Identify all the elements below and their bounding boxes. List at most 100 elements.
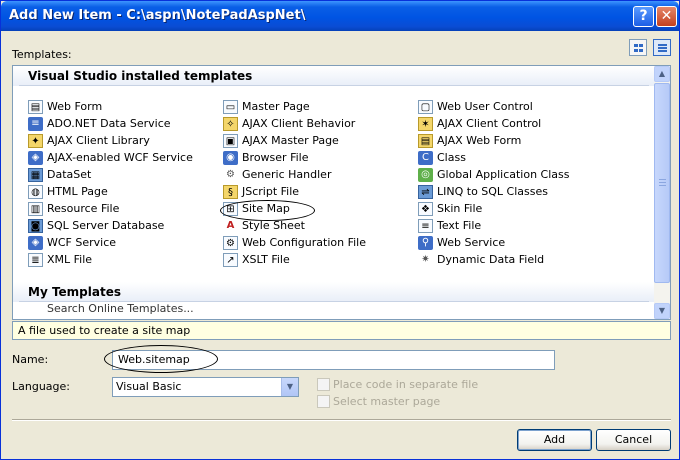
- language-select[interactable]: Visual Basic ▼: [112, 377, 299, 397]
- template-item-xml-file[interactable]: ≣ XML File: [28, 252, 92, 268]
- search-online-templates-label: Search Online Templates...: [47, 302, 194, 315]
- template-item-web-configuration-file[interactable]: ⚙ Web Configuration File: [223, 235, 366, 251]
- group-my-templates[interactable]: My Templates: [13, 282, 654, 302]
- web-config-icon: ⚙: [223, 236, 238, 250]
- template-item-label: Skin File: [437, 202, 483, 215]
- template-item-ajax-web-form[interactable]: ▤ AJAX Web Form: [418, 133, 521, 149]
- dynamic-data-icon: ✷: [421, 254, 430, 265]
- style-sheet-icon: A: [226, 220, 235, 231]
- template-item-linq-to-sql-classes[interactable]: ⇌ LINQ to SQL Classes: [418, 184, 548, 200]
- name-highlight-ring: [104, 345, 218, 373]
- template-item-browser-file[interactable]: ◉ Browser File: [223, 150, 308, 166]
- template-item-label: XSLT File: [242, 253, 290, 266]
- close-button[interactable]: ✕: [656, 6, 677, 27]
- template-item-label: Class: [437, 151, 466, 164]
- chevron-down-icon[interactable]: ▼: [281, 378, 298, 396]
- template-description: A file used to create a site map: [12, 321, 671, 340]
- template-item-label: JScript File: [242, 185, 300, 198]
- template-item-ado-net-data-service[interactable]: ≡ ADO.NET Data Service: [28, 116, 171, 132]
- template-item-label: Global Application Class: [437, 168, 570, 181]
- search-online-templates-item[interactable]: Search Online Templates...: [28, 302, 194, 318]
- resource-file-icon: ▥: [28, 202, 43, 216]
- language-value: Visual Basic: [116, 380, 182, 393]
- ajax-control-icon: ✶: [418, 117, 433, 131]
- group-installed-templates[interactable]: Visual Studio installed templates: [13, 66, 654, 86]
- dataset-icon: ▦: [28, 168, 43, 182]
- browser-file-icon: ◉: [223, 151, 238, 165]
- xslt-file-icon: ↗: [223, 253, 238, 267]
- cancel-button[interactable]: Cancel: [596, 429, 671, 451]
- template-item-dynamic-data-field[interactable]: ✷ Dynamic Data Field: [418, 252, 544, 268]
- template-item-jscript-file[interactable]: § JScript File: [223, 184, 299, 200]
- templates-scrollbar[interactable]: ▲ ▼: [654, 66, 670, 319]
- template-item-label: Generic Handler: [242, 168, 332, 181]
- large-icons-icon: [634, 44, 643, 52]
- web-service-icon: ⚲: [418, 236, 433, 250]
- template-item-ajax-client-library[interactable]: ✦ AJAX Client Library: [28, 133, 150, 149]
- scroll-up-arrow-icon[interactable]: ▲: [654, 66, 670, 82]
- checkbox-box[interactable]: [317, 378, 330, 391]
- scroll-thumb[interactable]: [654, 83, 670, 283]
- place-code-checkbox[interactable]: Place code in separate file: [317, 378, 478, 392]
- class-icon: C: [418, 151, 433, 165]
- template-item-label: Web Configuration File: [242, 236, 366, 249]
- linq-icon: ⇌: [418, 185, 433, 199]
- template-item-label: DataSet: [47, 168, 92, 181]
- global-class-icon: ◎: [418, 168, 433, 182]
- template-item-label: WCF Service: [47, 236, 117, 249]
- jscript-file-icon: §: [223, 185, 238, 199]
- template-item-resource-file[interactable]: ▥ Resource File: [28, 201, 119, 217]
- xml-file-icon: ≣: [28, 253, 43, 267]
- template-item-web-form[interactable]: ▤ Web Form: [28, 99, 102, 115]
- help-button[interactable]: ?: [633, 6, 654, 27]
- template-item-master-page[interactable]: ▭ Master Page: [223, 99, 310, 115]
- language-label: Language:: [12, 380, 70, 393]
- add-button[interactable]: Add: [517, 429, 592, 451]
- template-item-web-service[interactable]: ⚲ Web Service: [418, 235, 505, 251]
- template-item-label: AJAX Client Behavior: [242, 117, 356, 130]
- name-label: Name:: [12, 353, 49, 366]
- database-icon: ◙: [28, 219, 43, 233]
- scroll-down-arrow-icon[interactable]: ▼: [654, 303, 670, 319]
- user-control-icon: ▢: [418, 100, 433, 114]
- window-title: Add New Item - C:\aspn\NotePadAspNet\: [9, 8, 306, 23]
- template-item-ajax-enabled-wcf-service[interactable]: ◈ AJAX-enabled WCF Service: [28, 150, 193, 166]
- ajax-library-icon: ✦: [28, 134, 43, 148]
- templates-list[interactable]: Visual Studio installed templates ▤ Web F…: [12, 65, 671, 320]
- text-file-icon: ≡: [418, 219, 433, 233]
- ajax-behavior-icon: ✧: [223, 117, 238, 131]
- template-item-web-user-control[interactable]: ▢ Web User Control: [418, 99, 533, 115]
- template-item-text-file[interactable]: ≡ Text File: [418, 218, 481, 234]
- skin-file-icon: ❖: [418, 202, 433, 216]
- template-item-wcf-service[interactable]: ◈ WCF Service: [28, 235, 116, 251]
- template-item-label: AJAX Client Library: [47, 134, 150, 147]
- template-item-label: ADO.NET Data Service: [47, 117, 171, 130]
- template-item-class[interactable]: C Class: [418, 150, 466, 166]
- template-item-label: Browser File: [242, 151, 309, 164]
- template-item-label: Dynamic Data Field: [437, 253, 545, 266]
- select-master-page-checkbox[interactable]: Select master page: [317, 395, 440, 409]
- template-item-dataset[interactable]: ▦ DataSet: [28, 167, 91, 183]
- template-item-ajax-client-control[interactable]: ✶ AJAX Client Control: [418, 116, 541, 132]
- large-icons-view-button[interactable]: [629, 39, 647, 56]
- group-divider: [19, 85, 649, 86]
- template-item-html-page[interactable]: ◍ HTML Page: [28, 184, 108, 200]
- wcf-service-icon: ◈: [28, 236, 43, 250]
- template-item-label: HTML Page: [47, 185, 108, 198]
- site-map-highlight-ring: [220, 200, 315, 221]
- template-item-label: Text File: [437, 219, 482, 232]
- ajax-master-page-icon: ▣: [223, 134, 238, 148]
- checkbox-box[interactable]: [317, 395, 330, 408]
- template-item-xslt-file[interactable]: ↗ XSLT File: [223, 252, 290, 268]
- small-icons-view-button[interactable]: [653, 39, 671, 56]
- template-item-global-application-class[interactable]: ◎ Global Application Class: [418, 167, 569, 183]
- list-view-icon: [658, 44, 667, 52]
- template-item-skin-file[interactable]: ❖ Skin File: [418, 201, 482, 217]
- template-item-sql-server-database[interactable]: ◙ SQL Server Database: [28, 218, 164, 234]
- title-bar[interactable]: Add New Item - C:\aspn\NotePadAspNet\ ? …: [1, 1, 679, 31]
- template-item-generic-handler[interactable]: ⚙ Generic Handler: [223, 167, 331, 183]
- template-item-ajax-client-behavior[interactable]: ✧ AJAX Client Behavior: [223, 116, 355, 132]
- template-item-label: Web User Control: [437, 100, 533, 113]
- template-item-ajax-master-page[interactable]: ▣ AJAX Master Page: [223, 133, 339, 149]
- select-master-page-label: Select master page: [333, 395, 441, 408]
